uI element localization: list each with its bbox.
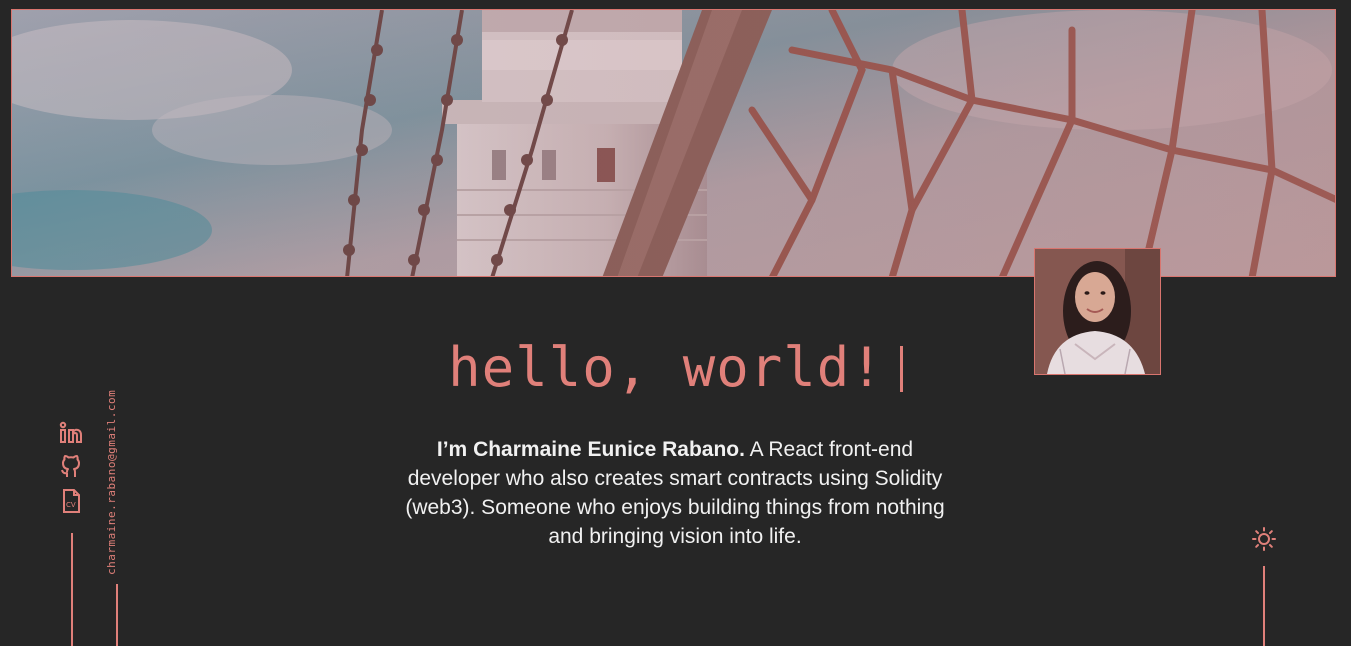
right-rail-line	[1263, 566, 1265, 646]
left-rail-line	[71, 533, 73, 646]
banner-image	[11, 9, 1336, 277]
headline-text: hello, world!	[448, 336, 884, 399]
linkedin-icon[interactable]	[58, 420, 84, 446]
sun-icon[interactable]	[1250, 526, 1278, 554]
email-rail-line	[116, 584, 118, 646]
github-icon[interactable]	[58, 454, 84, 480]
hero-headline: hello, world!	[0, 336, 1351, 399]
portfolio-page: hello, world! I’m Charmaine Eunice Raban…	[0, 0, 1351, 646]
cv-label: CV	[66, 501, 76, 509]
intro-name: I’m Charmaine Eunice Rabano.	[436, 438, 745, 461]
cv-file-icon[interactable]: CV	[58, 488, 84, 514]
social-links: CV	[58, 420, 86, 522]
email-link[interactable]: charmaine.rabano@gmail.com	[105, 390, 118, 575]
intro-paragraph: I’m Charmaine Eunice Rabano. A React fro…	[405, 435, 945, 551]
typing-cursor	[899, 346, 903, 392]
